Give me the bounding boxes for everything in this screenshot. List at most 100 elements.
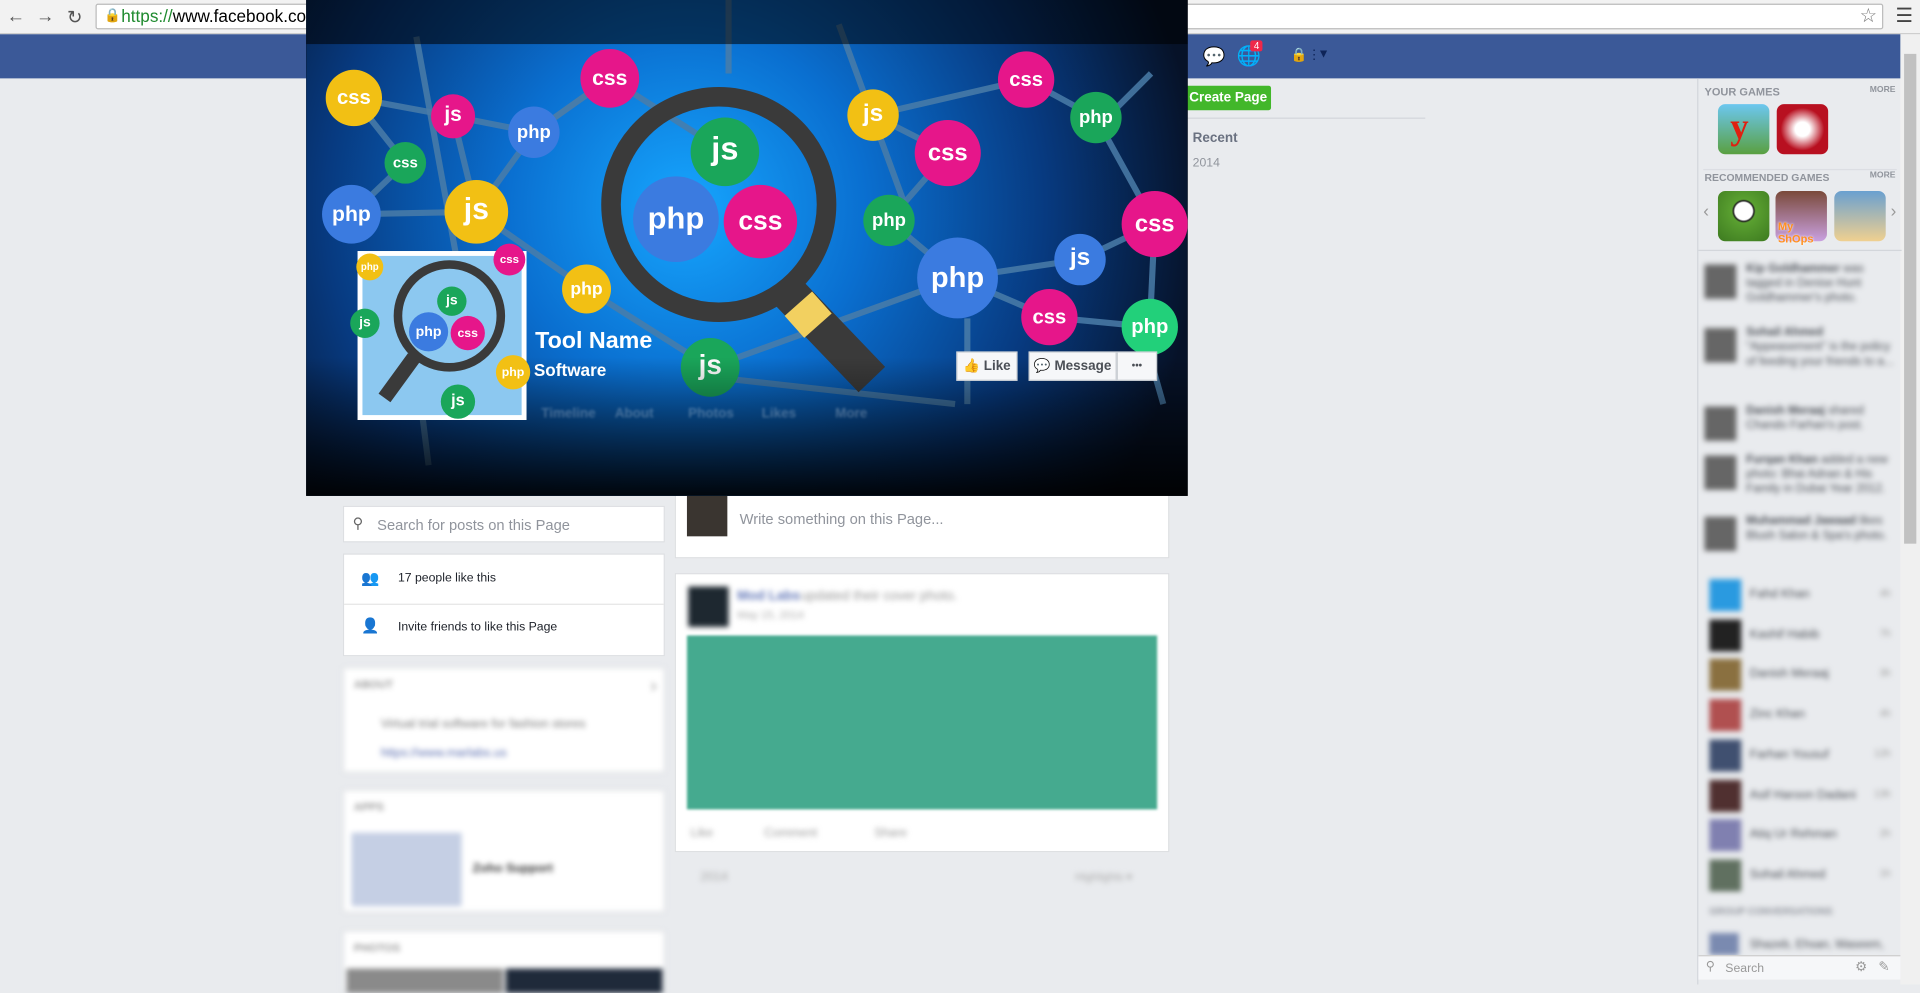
post-date[interactable]: May 15, 2014: [737, 609, 804, 621]
chevron-right-icon[interactable]: ›: [650, 676, 657, 698]
recommended-more-link[interactable]: MORE: [1870, 171, 1896, 180]
svg-text:js: js: [445, 291, 458, 307]
invite-friends-link[interactable]: Invite friends to like this Page: [398, 621, 557, 634]
your-games-title: YOUR GAMES: [1704, 85, 1780, 98]
post-card: Mod Labs updated their cover photo. May …: [674, 573, 1170, 853]
chat-contact[interactable]: Sohail Ahmed 1h: [1709, 859, 1893, 892]
chevron-right-icon[interactable]: ›: [1891, 201, 1897, 221]
post-author[interactable]: Mod Labs: [737, 589, 800, 604]
tab-timeline[interactable]: Timeline: [541, 407, 595, 422]
game-icon-poker[interactable]: [1776, 104, 1829, 155]
post-cover-image[interactable]: [686, 635, 1158, 810]
search-icon: ⚲: [352, 514, 364, 532]
app-thumbnail[interactable]: [351, 832, 462, 907]
like-page-button[interactable]: 👍 Like: [956, 351, 1018, 381]
ticker-item[interactable]: Danish Meraaj shared Chando Farhan's pos…: [1704, 404, 1897, 441]
avatar: [1709, 859, 1742, 892]
game-icon-myshops[interactable]: My ShOps: [1775, 191, 1827, 245]
game-icon-doctors[interactable]: [1834, 191, 1886, 242]
profile-bubble-php: php: [495, 355, 531, 390]
ticker-item[interactable]: Kip Goldhammer was tagged in Denise Hunt…: [1704, 262, 1897, 306]
chat-contact[interactable]: Farhan Yousuf 12h: [1709, 739, 1893, 772]
tab-more[interactable]: More: [835, 407, 867, 422]
reload-button[interactable]: ↻: [64, 6, 86, 28]
profile-bubble-php: php: [408, 312, 449, 352]
chat-contact[interactable]: Fahd Khan 4h: [1709, 579, 1893, 612]
search-placeholder: Search for posts on this Page: [377, 516, 570, 534]
game-icon-soccer[interactable]: [1717, 191, 1770, 242]
group-conversations-title: GROUP CONVERSATIONS: [1709, 906, 1833, 918]
chat-search-placeholder: Search: [1725, 962, 1765, 976]
svg-text:css: css: [500, 254, 519, 266]
about-description: Virtual trial software for fashion store…: [380, 717, 586, 732]
highlights-dropdown[interactable]: Highlights ▾: [1075, 871, 1132, 884]
chat-contact[interactable]: Atiq Ur Rehman 2h: [1709, 819, 1893, 852]
notification-badge: 4: [1250, 40, 1264, 52]
message-button[interactable]: 💬 Message: [1028, 351, 1117, 381]
privacy-lock-icon[interactable]: 🔒⋮: [1291, 47, 1321, 63]
back-button[interactable]: ←: [5, 6, 27, 27]
about-title: ABOUT: [353, 678, 394, 691]
post-action: updated their cover photo.: [800, 588, 958, 604]
ticker-item[interactable]: Muhammad Jawaad likes Blush Salon & Spa'…: [1704, 514, 1897, 552]
post-share-button[interactable]: Share: [874, 827, 907, 840]
add-friend-icon: 👤: [361, 617, 380, 635]
chat-contact[interactable]: Kashif Habib 7h: [1709, 619, 1893, 652]
game-icon-yahtzee[interactable]: y: [1717, 104, 1770, 155]
post-author-avatar[interactable]: [688, 586, 729, 627]
timeline-year-label: 2014: [700, 870, 728, 885]
photos-title: PHOTOS: [353, 941, 401, 954]
page-scrollbar[interactable]: [1900, 34, 1920, 985]
avatar: [1709, 659, 1742, 692]
photos-card: PHOTOS: [342, 930, 665, 993]
chevron-left-icon[interactable]: ‹: [1703, 201, 1709, 221]
svg-text:js: js: [358, 313, 371, 329]
about-website-link[interactable]: https://www.marlabs.us: [381, 747, 507, 760]
messages-icon[interactable]: 💬: [1202, 45, 1225, 68]
about-card: ABOUT › Virtual trial software for fashi…: [342, 667, 665, 773]
avatar: [1704, 264, 1737, 299]
ticker-item[interactable]: Sohail Ahmed "Appeasement" is the policy…: [1704, 326, 1897, 370]
app-name[interactable]: Zoho Support: [473, 862, 553, 875]
chat-settings-gear-icon[interactable]: ⚙: [1855, 959, 1867, 975]
chat-search-input[interactable]: ⚲ Search ⚙ ✎: [1698, 955, 1901, 980]
thumbs-up-icon: 👍: [963, 358, 980, 374]
post-like-button[interactable]: Like: [691, 827, 713, 840]
your-games-more-link[interactable]: MORE: [1870, 86, 1896, 95]
group-conversation-item[interactable]: Shazeb, Ehsan, Waseem,: [1709, 933, 1893, 956]
chat-contact[interactable]: Zinc Khan 4h: [1709, 699, 1893, 732]
likes-count[interactable]: 17 people like this: [398, 572, 496, 585]
forward-button[interactable]: →: [34, 6, 56, 27]
recommended-games-title: RECOMMENDED GAMES: [1704, 171, 1830, 184]
ticker-item[interactable]: Furqan Khan added a new photo: Bhai Adna…: [1704, 453, 1897, 497]
account-dropdown-icon[interactable]: ▼: [1318, 48, 1330, 61]
composer-placeholder: Write something on this Page...: [739, 510, 944, 528]
page-name[interactable]: Tool Name: [535, 328, 652, 355]
tab-about[interactable]: About: [615, 407, 654, 422]
divider: [1185, 117, 1426, 119]
tab-likes[interactable]: Likes: [762, 407, 796, 422]
avatar: [1709, 699, 1742, 732]
chat-contact[interactable]: Danish Meraaj 3h: [1709, 659, 1893, 692]
lock-icon: 🔒: [104, 8, 121, 24]
url-scheme: https://: [121, 6, 173, 26]
create-page-button[interactable]: Create Page: [1185, 85, 1272, 111]
menu-icon[interactable]: ☰: [1896, 4, 1914, 28]
search-posts-input[interactable]: ⚲ Search for posts on this Page: [342, 505, 665, 543]
avatar: [1704, 406, 1737, 441]
more-options-button[interactable]: •••: [1116, 351, 1158, 381]
chat-contact[interactable]: Asif Haroon Dadani 13h: [1709, 779, 1893, 812]
profile-bubble-js: js: [437, 286, 467, 316]
avatar: [1704, 516, 1737, 552]
tab-photos[interactable]: Photos: [688, 407, 734, 422]
bookmark-star-icon[interactable]: ☆: [1860, 5, 1878, 28]
timeline-nav-recent[interactable]: Recent: [1193, 131, 1238, 146]
message-icon: 💬: [1033, 358, 1051, 374]
timeline-nav-2014[interactable]: 2014: [1193, 157, 1220, 170]
post-comment-button[interactable]: Comment: [764, 827, 817, 840]
likes-card: 👥 17 people like this 👤 Invite friends t…: [342, 553, 665, 657]
my-shops-logo-text: My ShOps: [1777, 220, 1814, 245]
new-message-icon[interactable]: ✎: [1878, 959, 1889, 975]
user-avatar: [686, 495, 728, 537]
cover-photo-overlay[interactable]: cssjsphpcsscssphpjsjsphpcssjscssphpcssph…: [306, 0, 1188, 496]
